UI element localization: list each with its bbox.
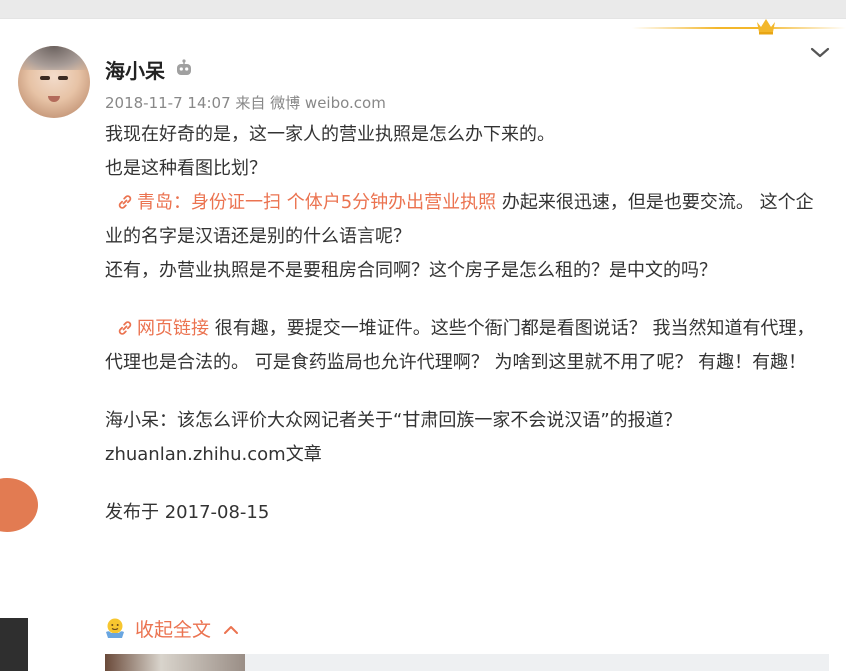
dark-side-button[interactable] (0, 618, 28, 671)
emoji-icon (106, 618, 124, 638)
chevron-up-icon (224, 626, 239, 634)
member-gold-line (632, 27, 846, 29)
post-paragraph: 网页链接 很有趣，要提交一堆证件。这些个衙门都是看图说话？ 我当然知道有代理，代… (105, 312, 830, 380)
post-body: 我现在好奇的是，这一家人的营业执照是怎么办下来的。 也是这种看图比划？ 青岛：身… (105, 118, 830, 530)
post-line: 还有，办营业执照是不是要租房合同啊？这个房子是怎么租的？是中文的吗？ (105, 260, 717, 281)
crown-icon (757, 19, 775, 35)
quote-source[interactable]: zhuanlan.zhihu.com文章 (105, 438, 830, 472)
collapse-label[interactable]: 收起全文 (135, 619, 211, 641)
post-line: 也是这种看图比划？ (105, 158, 267, 179)
link-label[interactable]: 网页链接 (137, 318, 209, 339)
inline-link[interactable]: 青岛：身份证一扫 个体户5分钟办出营业执照 (105, 192, 496, 213)
robot-icon (177, 59, 191, 75)
post-line: 我现在好奇的是，这一家人的营业执照是怎么办下来的。 (105, 124, 555, 145)
link-label[interactable]: 青岛：身份证一扫 个体户5分钟办出营业执照 (137, 192, 496, 213)
link-icon (118, 195, 132, 209)
paragraph-text: 很有趣，要提交一堆证件。这些个衙门都是看图说话？ 我当然知道有代理，代理也是合法… (105, 318, 815, 373)
web-link[interactable]: 网页链接 (105, 318, 209, 339)
author-name[interactable]: 海小呆 (105, 55, 165, 84)
media-preview[interactable] (105, 654, 829, 671)
collapse-button[interactable]: 收起全文 (103, 615, 239, 642)
publish-date: 发布于 2017-08-15 (105, 502, 270, 523)
link-icon (118, 321, 132, 335)
avatar[interactable] (18, 46, 90, 118)
quote-title: 海小呆：该怎么评价大众网记者关于“甘肃回族一家不会说汉语”的报道？ (105, 410, 682, 431)
post-meta[interactable]: 2018-11-7 14:07 来自 微博 weibo.com (105, 92, 386, 113)
chevron-down-icon[interactable] (808, 44, 832, 62)
top-strip (0, 0, 846, 18)
preview-image[interactable] (105, 654, 245, 671)
post-paragraph: 青岛：身份证一扫 个体户5分钟办出营业执照 办起来很迅速，但是也要交流。 这个企… (105, 186, 830, 254)
